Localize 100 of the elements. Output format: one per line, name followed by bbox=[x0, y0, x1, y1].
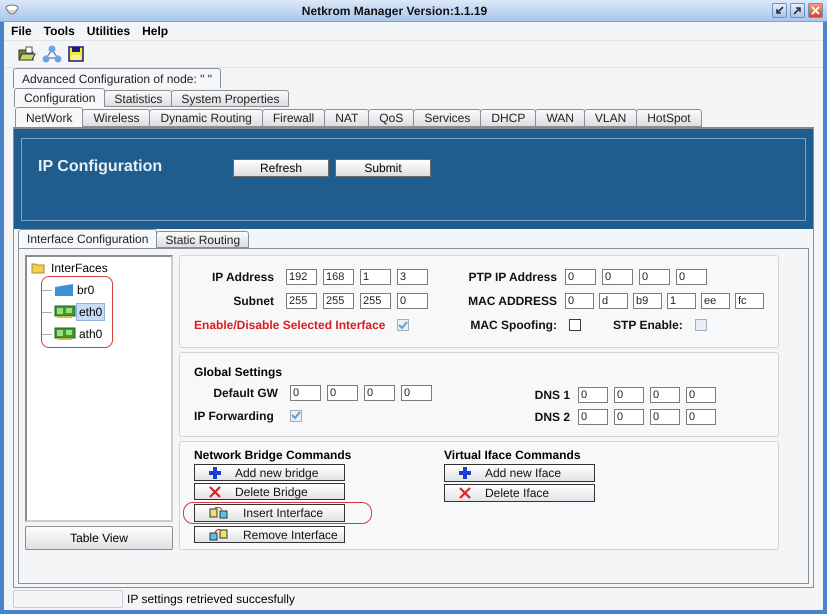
field-label: IP Address bbox=[210, 270, 274, 284]
close-button[interactable] bbox=[808, 3, 823, 18]
ip-field[interactable]: 0 bbox=[602, 269, 633, 285]
tab[interactable]: HotSpot bbox=[636, 109, 702, 127]
ip-field[interactable]: 0 bbox=[650, 409, 680, 425]
command-button[interactable]: Delete Iface bbox=[444, 484, 595, 502]
ip-field[interactable]: 255 bbox=[360, 293, 391, 309]
ip-field[interactable]: 0 bbox=[650, 387, 680, 403]
plus-icon bbox=[459, 467, 471, 479]
delete-icon bbox=[209, 486, 221, 498]
ip-field[interactable]: 0 bbox=[290, 385, 321, 402]
ip-field[interactable]: 0 bbox=[686, 409, 716, 425]
cubes-icon bbox=[209, 528, 229, 540]
ip-field[interactable]: 3 bbox=[397, 269, 428, 285]
bridge-icon bbox=[54, 284, 74, 296]
minimize-button[interactable] bbox=[772, 3, 787, 18]
tab[interactable]: Interface Configuration bbox=[18, 229, 158, 248]
table-view-button[interactable]: Table View bbox=[25, 526, 173, 550]
maximize-icon bbox=[793, 6, 802, 15]
menu-item[interactable]: Tools bbox=[44, 24, 75, 38]
command-button[interactable]: Remove Interface bbox=[194, 526, 345, 543]
tab[interactable]: QoS bbox=[368, 109, 414, 127]
tab[interactable]: Configuration bbox=[14, 88, 106, 107]
menu-item[interactable]: Help bbox=[142, 24, 168, 38]
field-label: Default GW bbox=[212, 386, 278, 400]
ip-field[interactable]: 0 bbox=[565, 293, 594, 309]
status-message: IP settings retrieved succesfully bbox=[127, 592, 295, 606]
ip-field[interactable]: 0 bbox=[578, 409, 608, 425]
ip-field[interactable]: 0 bbox=[676, 269, 707, 285]
ip-field[interactable]: 0 bbox=[686, 387, 716, 403]
section-heading: Network Bridge Commands bbox=[194, 448, 352, 462]
tab[interactable]: NetWork bbox=[15, 107, 84, 127]
tab[interactable]: DHCP bbox=[480, 109, 536, 127]
command-button[interactable]: Delete Bridge bbox=[194, 483, 345, 500]
tree-node[interactable]: ath0 bbox=[76, 325, 106, 343]
field-label: MAC ADDRESS bbox=[467, 294, 557, 308]
section-heading: Virtual Iface Commands bbox=[444, 448, 582, 462]
ip-field[interactable]: 1 bbox=[667, 293, 696, 309]
ip-field[interactable]: 0 bbox=[614, 387, 644, 403]
ip-field[interactable]: d bbox=[599, 293, 628, 309]
banner-button[interactable]: Submit bbox=[335, 159, 431, 177]
tab[interactable]: Advanced Configuration of node: " " bbox=[13, 68, 221, 88]
ip-field[interactable]: 0 bbox=[565, 269, 596, 285]
command-button[interactable]: Add new Iface bbox=[444, 464, 595, 482]
ip-field[interactable]: 168 bbox=[323, 269, 354, 285]
tab[interactable]: VLAN bbox=[584, 109, 638, 127]
minimize-icon bbox=[775, 6, 784, 15]
ip-field[interactable]: 255 bbox=[323, 293, 354, 309]
field-label: Enable/Disable Selected Interface bbox=[194, 318, 386, 332]
tab[interactable]: Statistics bbox=[104, 90, 172, 107]
window-title: Netkrom Manager Version:1.1.19 bbox=[300, 4, 488, 18]
network-icon[interactable] bbox=[42, 45, 62, 63]
ip-field[interactable]: 192 bbox=[286, 269, 317, 285]
ip-field[interactable]: ee bbox=[701, 293, 730, 309]
ip-field[interactable]: 0 bbox=[401, 385, 432, 402]
tab[interactable]: Services bbox=[413, 109, 482, 127]
tree-node[interactable]: InterFaces bbox=[48, 259, 111, 277]
tree-node[interactable]: br0 bbox=[74, 281, 98, 299]
ip-field[interactable]: 0 bbox=[578, 387, 608, 403]
folder-open-icon[interactable] bbox=[18, 46, 36, 62]
close-icon bbox=[811, 6, 820, 15]
section-heading: Global Settings bbox=[194, 365, 284, 379]
network-card-icon bbox=[54, 327, 76, 341]
field-label: Subnet bbox=[232, 294, 274, 308]
ip-field[interactable]: 0 bbox=[397, 293, 428, 309]
ip-field[interactable]: 0 bbox=[639, 269, 670, 285]
ip-field[interactable]: 0 bbox=[364, 385, 395, 402]
tab[interactable]: Firewall bbox=[262, 109, 326, 127]
field-label: STP Enable: bbox=[613, 318, 683, 332]
delete-icon bbox=[459, 487, 471, 499]
save-icon[interactable] bbox=[68, 46, 84, 62]
field-label: DNS 2 bbox=[534, 410, 570, 424]
field-label: IP Forwarding bbox=[194, 408, 275, 423]
tab[interactable]: WAN bbox=[535, 109, 585, 127]
menu-item[interactable]: Utilities bbox=[86, 24, 130, 38]
command-button[interactable]: Add new bridge bbox=[194, 464, 345, 481]
field-label: PTP IP Address bbox=[468, 270, 557, 284]
section-title: IP Configuration bbox=[38, 158, 164, 176]
tab[interactable]: Static Routing bbox=[156, 231, 250, 248]
ip-field[interactable]: 255 bbox=[286, 293, 317, 309]
ip-field[interactable]: b9 bbox=[633, 293, 662, 309]
menu-item[interactable]: File bbox=[11, 24, 32, 38]
cubes-icon bbox=[209, 507, 229, 519]
checkbox[interactable] bbox=[569, 319, 581, 331]
tab[interactable]: Dynamic Routing bbox=[149, 109, 263, 127]
ip-field[interactable]: 1 bbox=[360, 269, 391, 285]
ip-field[interactable]: 0 bbox=[327, 385, 358, 402]
maximize-button[interactable] bbox=[790, 3, 805, 18]
tab[interactable]: Wireless bbox=[82, 109, 150, 127]
ip-field[interactable]: fc bbox=[735, 293, 764, 309]
ip-field[interactable]: 0 bbox=[614, 409, 644, 425]
banner-button[interactable]: Refresh bbox=[233, 159, 329, 177]
network-card-icon bbox=[54, 305, 76, 319]
tab[interactable]: System Properties bbox=[171, 90, 290, 107]
field-label: MAC Spoofing: bbox=[469, 318, 557, 332]
tab[interactable]: NAT bbox=[324, 109, 370, 127]
field-label: DNS 1 bbox=[534, 388, 570, 402]
command-button[interactable]: Insert Interface bbox=[194, 504, 345, 522]
plus-icon bbox=[209, 466, 221, 478]
tree-node[interactable]: eth0 bbox=[76, 303, 106, 321]
